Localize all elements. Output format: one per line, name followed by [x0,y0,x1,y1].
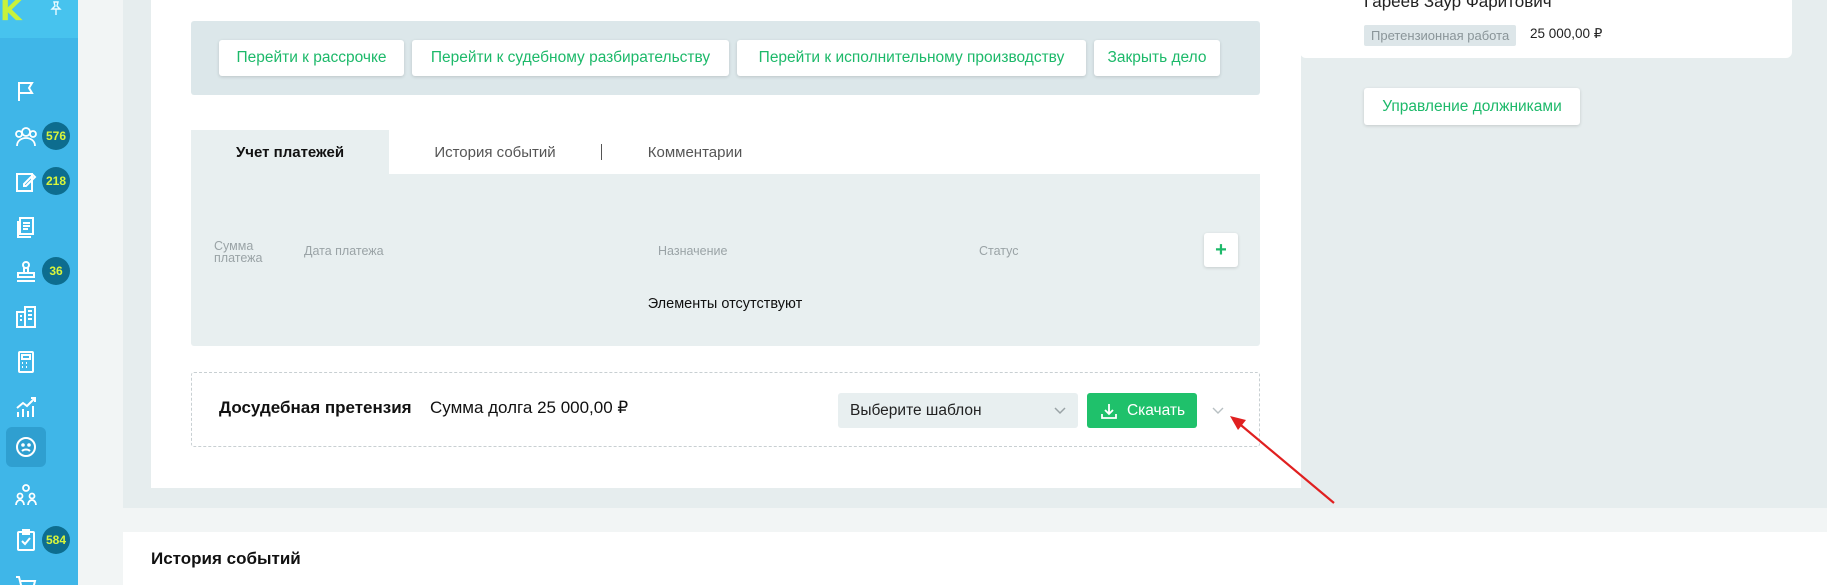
nav-item-analytics[interactable] [6,387,46,427]
stamp-icon [17,261,35,282]
team-icon [15,484,37,506]
expand-chevron-icon[interactable] [1209,401,1227,419]
badge-court: 36 [42,257,70,285]
documents-icon [17,217,34,238]
nav-item-tasks[interactable] [6,162,46,202]
chevron-down-icon [1054,407,1066,415]
installment-button[interactable]: Перейти к рассрочке [219,40,404,76]
nav-item-court[interactable] [6,252,46,292]
nav-item-cart[interactable] [6,565,46,585]
sidebar: K 576 218 36 584 [0,0,78,585]
close-case-button[interactable]: Закрыть дело [1094,40,1220,76]
stage-tag: Претензионная работа [1364,25,1517,46]
column-header-purpose: Назначение [658,244,728,258]
chart-growth-icon [16,397,36,417]
empty-state-text: Элементы отсутствуют [647,296,803,312]
tab-separator [601,144,602,160]
edit-document-icon [16,173,37,192]
payments-panel [191,174,1260,346]
building-icon [16,306,36,328]
court-button[interactable]: Перейти к судебному разбирательству [412,40,729,76]
download-icon [1101,403,1117,419]
nav-item-calculator[interactable] [6,342,46,382]
history-title: История событий [151,549,301,568]
cart-icon [16,576,37,585]
column-header-status: Статус [979,244,1019,258]
column-header-sum: Сумма платежа [214,240,263,265]
logo-area: K [0,0,78,38]
manage-debtors-button[interactable]: Управление должниками [1364,88,1580,125]
nav-item-cases[interactable] [6,71,46,111]
badge-debtors: 576 [42,122,70,150]
add-payment-button[interactable]: + [1204,233,1238,267]
tab-payments[interactable]: Учет платежей [191,130,389,174]
debtor-amount: 25 000,00 ₽ [1530,26,1603,41]
download-label: Скачать [1126,401,1186,419]
calculator-icon [18,351,34,373]
users-icon [15,127,37,147]
nav-item-documents[interactable] [6,207,46,247]
badge-checklist: 584 [42,526,70,554]
annotation-arrow-icon [1230,416,1335,504]
nav-item-organizations[interactable] [6,297,46,337]
column-header-sum-line2: платежа [214,251,263,265]
app-logo[interactable]: K [0,0,36,26]
template-select[interactable]: Выберите шаблон [838,393,1078,428]
claim-debt-sum: Сумма долга 25 000,00 ₽ [430,398,629,417]
pin-icon[interactable] [48,0,64,16]
column-header-date: Дата платежа [304,244,384,258]
debtor-name: Гареев Заур Фаритович [1364,0,1552,11]
claim-title: Досудебная претензия [219,398,412,417]
tab-comments[interactable]: Комментарии [630,130,760,174]
enforcement-button[interactable]: Перейти к исполнительному производству [737,40,1086,76]
sad-face-icon [16,437,36,457]
nav-item-team[interactable] [6,475,46,515]
checklist-icon [17,529,35,551]
badge-tasks: 218 [42,167,70,195]
nav-item-claims[interactable] [6,427,46,467]
nav-item-debtors[interactable] [6,117,46,157]
download-button[interactable]: Скачать [1087,393,1197,428]
template-select-value: Выберите шаблон [850,401,982,419]
tab-events[interactable]: История событий [420,130,570,174]
history-card [123,532,1827,585]
flag-icon [18,82,34,101]
nav-item-checklist[interactable] [6,520,46,560]
